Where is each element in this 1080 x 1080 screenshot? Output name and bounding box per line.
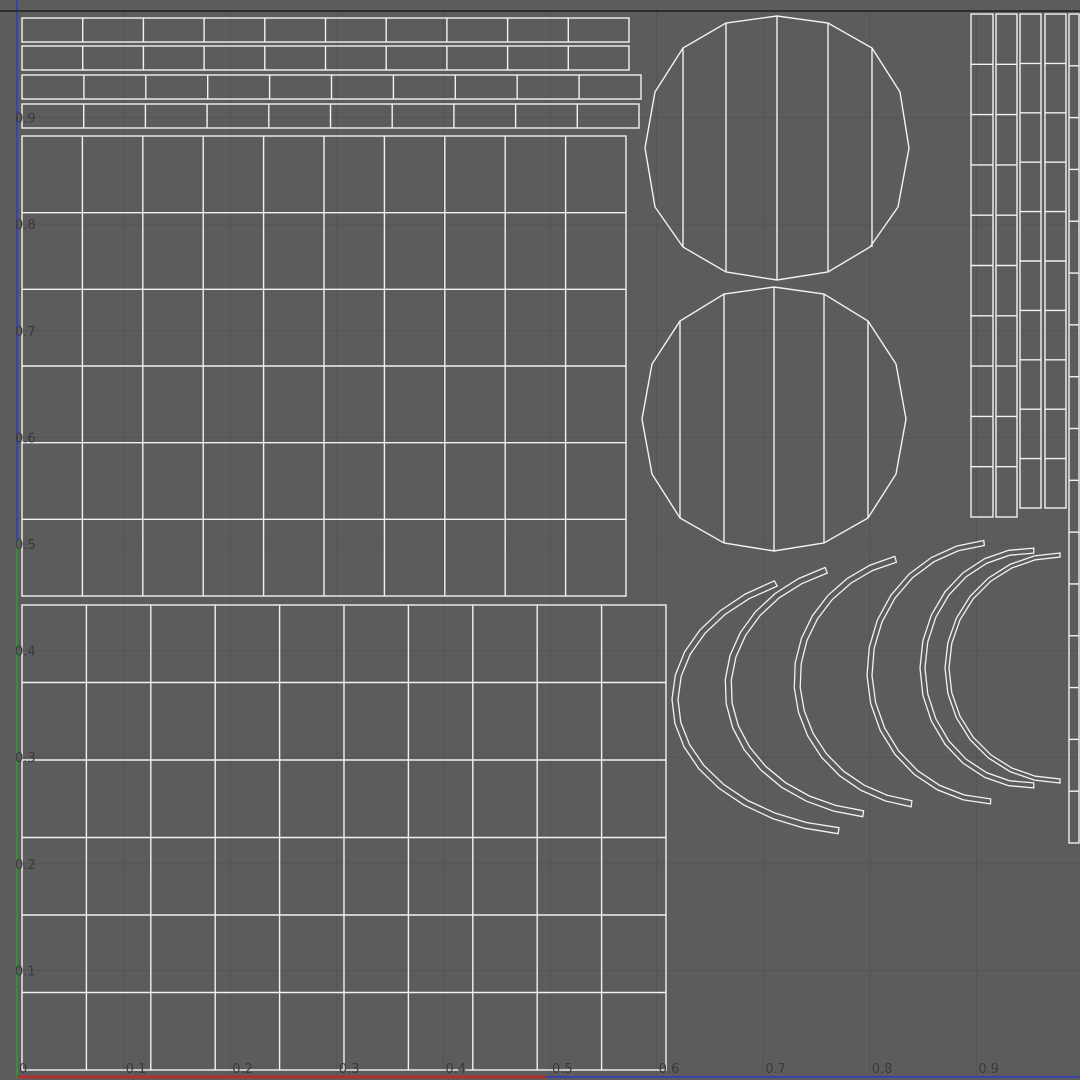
uv-shell-arcs[interactable]: [671, 539, 1061, 835]
u-tick-label: 0.7: [765, 1062, 786, 1077]
arc-band: [793, 555, 913, 808]
uv-editor-viewport[interactable]: 0 0.1 0.2 0.3 0.4 0.5 0.6 0.7 0.8 0.9 0.1 0.2 0.3 0.…: [0, 0, 1080, 1080]
u-tick-label: 0.9: [978, 1062, 999, 1077]
uv-shell-grid-lower[interactable]: [21, 604, 667, 1071]
u-tick-label: 0.1: [126, 1062, 147, 1077]
uv-shell-strip-4[interactable]: [21, 103, 640, 129]
v-tick-label: 0.9: [15, 112, 36, 127]
background-grid: [17, 10, 1080, 1077]
v-tick-label: 0.7: [15, 325, 36, 340]
u-tick-label: 0.2: [232, 1062, 253, 1077]
uv-shell-columns[interactable]: [970, 13, 1080, 844]
v-tick-label: 0.3: [15, 751, 36, 766]
uv-shell-strip-3[interactable]: [21, 74, 642, 100]
u-tick-label: 0.8: [872, 1062, 893, 1077]
uv-shell-grid-upper[interactable]: [21, 135, 627, 597]
uv-canvas[interactable]: 0 0.1 0.2 0.3 0.4 0.5 0.6 0.7 0.8 0.9 0.10.20.30.…: [0, 0, 1080, 1080]
u-tick-label: 0.5: [552, 1062, 573, 1077]
u-tick-label: 0.4: [445, 1062, 466, 1077]
v-tick-label: 0.8: [15, 218, 36, 233]
uv-axes: [0, 0, 1080, 1079]
v-tick-label: 0.4: [15, 645, 36, 660]
u-tick-label: 0.6: [659, 1062, 680, 1077]
uv-shell-strip-2[interactable]: [21, 45, 630, 71]
u-tick-label: 0: [19, 1062, 27, 1077]
v-tick-labels: 0.1 0.2 0.3 0.4 0.5 0.6 0.7 0.8 0.9: [15, 112, 36, 980]
v-tick-label: 0.1: [15, 964, 36, 979]
u-tick-label: 0.3: [339, 1062, 360, 1077]
arc-band: [866, 539, 992, 805]
uv-shell-strip-1[interactable]: [21, 17, 630, 43]
uv-shell-disc-lower[interactable]: [641, 286, 907, 552]
v-tick-label: 0.5: [15, 538, 36, 553]
arc-band: [944, 552, 1061, 784]
arc-band: [671, 579, 840, 835]
v-tick-label: 0.6: [15, 431, 36, 446]
v-tick-label: 0.2: [15, 858, 36, 873]
